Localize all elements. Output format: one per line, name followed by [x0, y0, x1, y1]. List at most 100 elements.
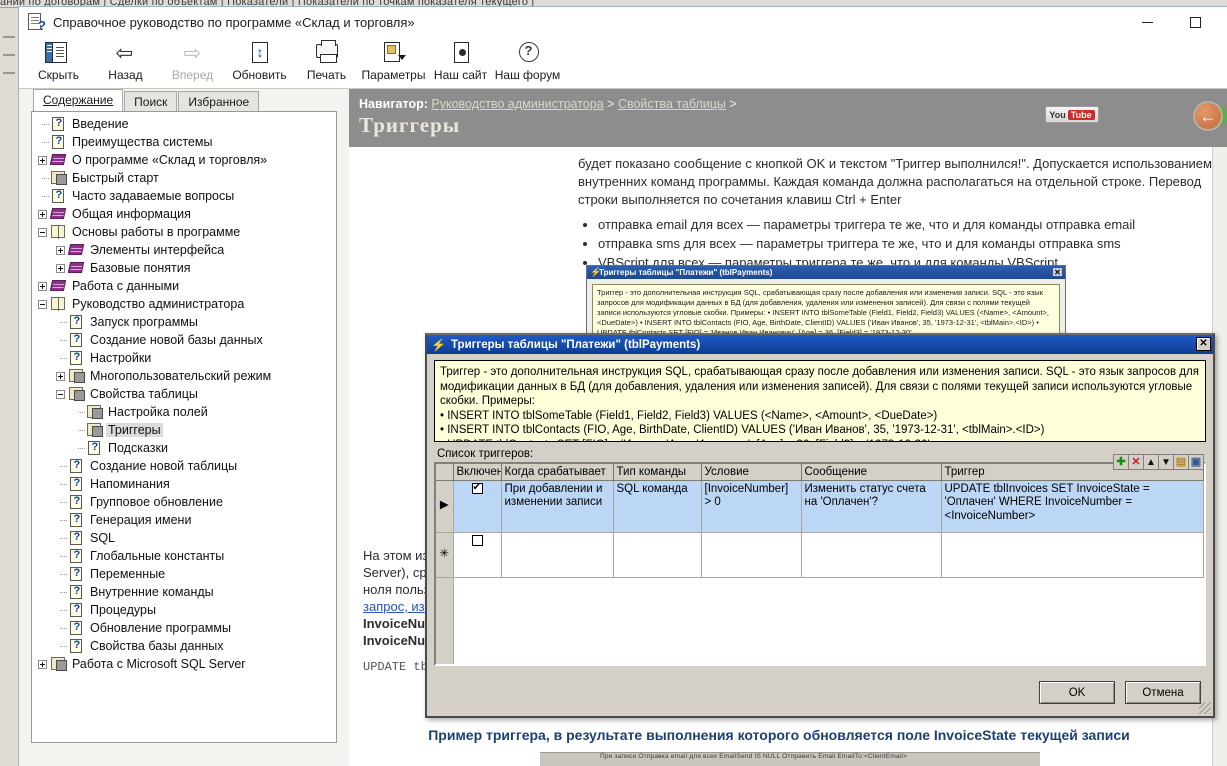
row-message-cell[interactable]: Изменить статус счета на 'Оплачен'?: [801, 480, 941, 532]
maximize-icon[interactable]: [1173, 7, 1217, 37]
expand-icon[interactable]: [56, 372, 65, 381]
new-row-command-type-cell[interactable]: [613, 532, 701, 577]
enabled-checkbox[interactable]: [472, 535, 483, 546]
tree-item[interactable]: Основы работы в программе: [32, 223, 336, 241]
expand-icon[interactable]: [38, 210, 47, 219]
youtube-button[interactable]: You Tube: [1045, 106, 1099, 123]
back-button[interactable]: ⇦ Назад: [92, 37, 159, 87]
tree-item[interactable]: Обновление программы: [32, 619, 336, 637]
tree-item[interactable]: Глобальные константы: [32, 547, 336, 565]
add-row-icon[interactable]: ✚: [1113, 454, 1129, 470]
tree-item[interactable]: Внутренние команды: [32, 583, 336, 601]
new-row-marker[interactable]: ✳: [436, 532, 453, 577]
tree-item[interactable]: Свойства базы данных: [32, 637, 336, 655]
expand-icon[interactable]: [38, 660, 47, 669]
close-icon[interactable]: ✕: [1196, 337, 1211, 351]
tree-item[interactable]: Работа с данными: [32, 277, 336, 295]
row-condition-cell[interactable]: [InvoiceNumber] > 0: [701, 480, 801, 532]
row-marker[interactable]: ▶: [436, 480, 453, 532]
question-page-icon: [68, 333, 84, 347]
column-header-marker[interactable]: [436, 464, 453, 480]
print-button[interactable]: Печать: [293, 37, 360, 87]
minimize-icon[interactable]: [1125, 7, 1169, 37]
collapse-icon[interactable]: [38, 300, 47, 309]
collapse-icon[interactable]: [38, 228, 47, 237]
tree-item[interactable]: Напоминания: [32, 475, 336, 493]
row-trigger-cell[interactable]: UPDATE tblInvoices SET InvoiceState = 'О…: [941, 480, 1204, 532]
tree-item[interactable]: Групповое обновление: [32, 493, 336, 511]
contents-tree[interactable]: ВведениеПреимущества системыО программе …: [31, 111, 337, 743]
enabled-checkbox[interactable]: [472, 483, 483, 494]
tab-contents[interactable]: Содержание: [33, 89, 123, 111]
table-row[interactable]: ▶ При добавлении и изменении записи SQL …: [436, 480, 1204, 532]
row-command-type-cell[interactable]: SQL команда: [613, 480, 701, 532]
tree-item[interactable]: Настройка полей: [32, 403, 336, 421]
tree-item[interactable]: О программе «Склад и торговля»: [32, 151, 336, 169]
tree-item[interactable]: Запуск программы: [32, 313, 336, 331]
forum-icon: [513, 40, 543, 67]
expand-icon[interactable]: [38, 156, 47, 165]
tree-item[interactable]: Процедуры: [32, 601, 336, 619]
hide-button[interactable]: Скрыть: [25, 37, 92, 87]
new-row-message-cell[interactable]: [801, 532, 941, 577]
new-row-enabled-cell[interactable]: [453, 532, 501, 577]
breadcrumb-link-table-properties[interactable]: Свойства таблицы: [618, 97, 726, 111]
tree-item[interactable]: Базовые понятия: [32, 259, 336, 277]
tree-item[interactable]: Триггеры: [32, 421, 336, 439]
column-header-message[interactable]: Сообщение: [801, 464, 941, 480]
column-header-when[interactable]: Когда срабатывает: [501, 464, 613, 480]
tree-item[interactable]: Создание новой таблицы: [32, 457, 336, 475]
save-file-icon[interactable]: ▣: [1188, 454, 1204, 470]
row-enabled-cell[interactable]: [453, 480, 501, 532]
move-down-icon[interactable]: ▼: [1158, 454, 1174, 470]
tree-item-label: Обновление программы: [88, 621, 233, 635]
ok-button[interactable]: OK: [1039, 681, 1115, 704]
tree-item[interactable]: Свойства таблицы: [32, 385, 336, 403]
expand-icon[interactable]: [56, 246, 65, 255]
triggers-grid[interactable]: Включен Когда срабатывает Тип команды Ус…: [434, 462, 1206, 666]
tree-item[interactable]: Многопользовательский режим: [32, 367, 336, 385]
move-up-icon[interactable]: ▲: [1143, 454, 1159, 470]
tree-item[interactable]: Подсказки: [32, 439, 336, 457]
tab-search-label: Поиск: [134, 95, 167, 109]
tree-item[interactable]: Работа с Microsoft SQL Server: [32, 655, 336, 673]
expand-icon[interactable]: [56, 264, 65, 273]
delete-row-icon[interactable]: ✕: [1128, 454, 1144, 470]
new-row-when-cell[interactable]: [501, 532, 613, 577]
row-when-cell[interactable]: При добавлении и изменении записи: [501, 480, 613, 532]
tree-item[interactable]: Часто задаваемые вопросы: [32, 187, 336, 205]
tree-item[interactable]: Переменные: [32, 565, 336, 583]
tree-item[interactable]: Введение: [32, 115, 336, 133]
new-row-condition-cell[interactable]: [701, 532, 801, 577]
tab-favorites[interactable]: Избранное: [178, 91, 259, 112]
column-header-condition[interactable]: Условие: [701, 464, 801, 480]
refresh-button[interactable]: Обновить: [226, 37, 293, 87]
options-button[interactable]: Параметры: [360, 37, 427, 87]
tree-item[interactable]: SQL: [32, 529, 336, 547]
cancel-button[interactable]: Отмена: [1125, 681, 1201, 704]
tree-item[interactable]: Преимущества системы: [32, 133, 336, 151]
tree-item[interactable]: Генерация имени: [32, 511, 336, 529]
open-file-icon[interactable]: ▤: [1173, 454, 1189, 470]
tree-item[interactable]: Элементы интерфейса: [32, 241, 336, 259]
expand-icon[interactable]: [38, 282, 47, 291]
column-header-command-type[interactable]: Тип команды: [613, 464, 701, 480]
breadcrumb-link-admin-guide[interactable]: Руководство администратора: [431, 97, 603, 111]
tree-item[interactable]: Создание новой базы данных: [32, 331, 336, 349]
tree-item[interactable]: Настройки: [32, 349, 336, 367]
new-row-trigger-cell[interactable]: [941, 532, 1204, 577]
website-button[interactable]: Наш сайт: [427, 37, 494, 87]
collapse-icon[interactable]: [56, 390, 65, 399]
question-page-icon: [86, 441, 102, 455]
resize-grip[interactable]: [1199, 702, 1211, 714]
tree-item[interactable]: Быстрый старт: [32, 169, 336, 187]
forum-button[interactable]: Наш форум: [494, 37, 561, 87]
tab-search[interactable]: Поиск: [124, 91, 177, 112]
column-header-enabled[interactable]: Включен: [453, 464, 501, 480]
tree-item-label: Работа с данными: [70, 279, 181, 293]
circle-back-arrow-icon[interactable]: ←: [1193, 101, 1223, 131]
dialog-title: Триггеры таблицы "Платежи" (tblPayments): [451, 339, 700, 351]
tree-item[interactable]: Общая информация: [32, 205, 336, 223]
tree-item[interactable]: Руководство администратора: [32, 295, 336, 313]
table-row[interactable]: ✳: [436, 532, 1204, 577]
